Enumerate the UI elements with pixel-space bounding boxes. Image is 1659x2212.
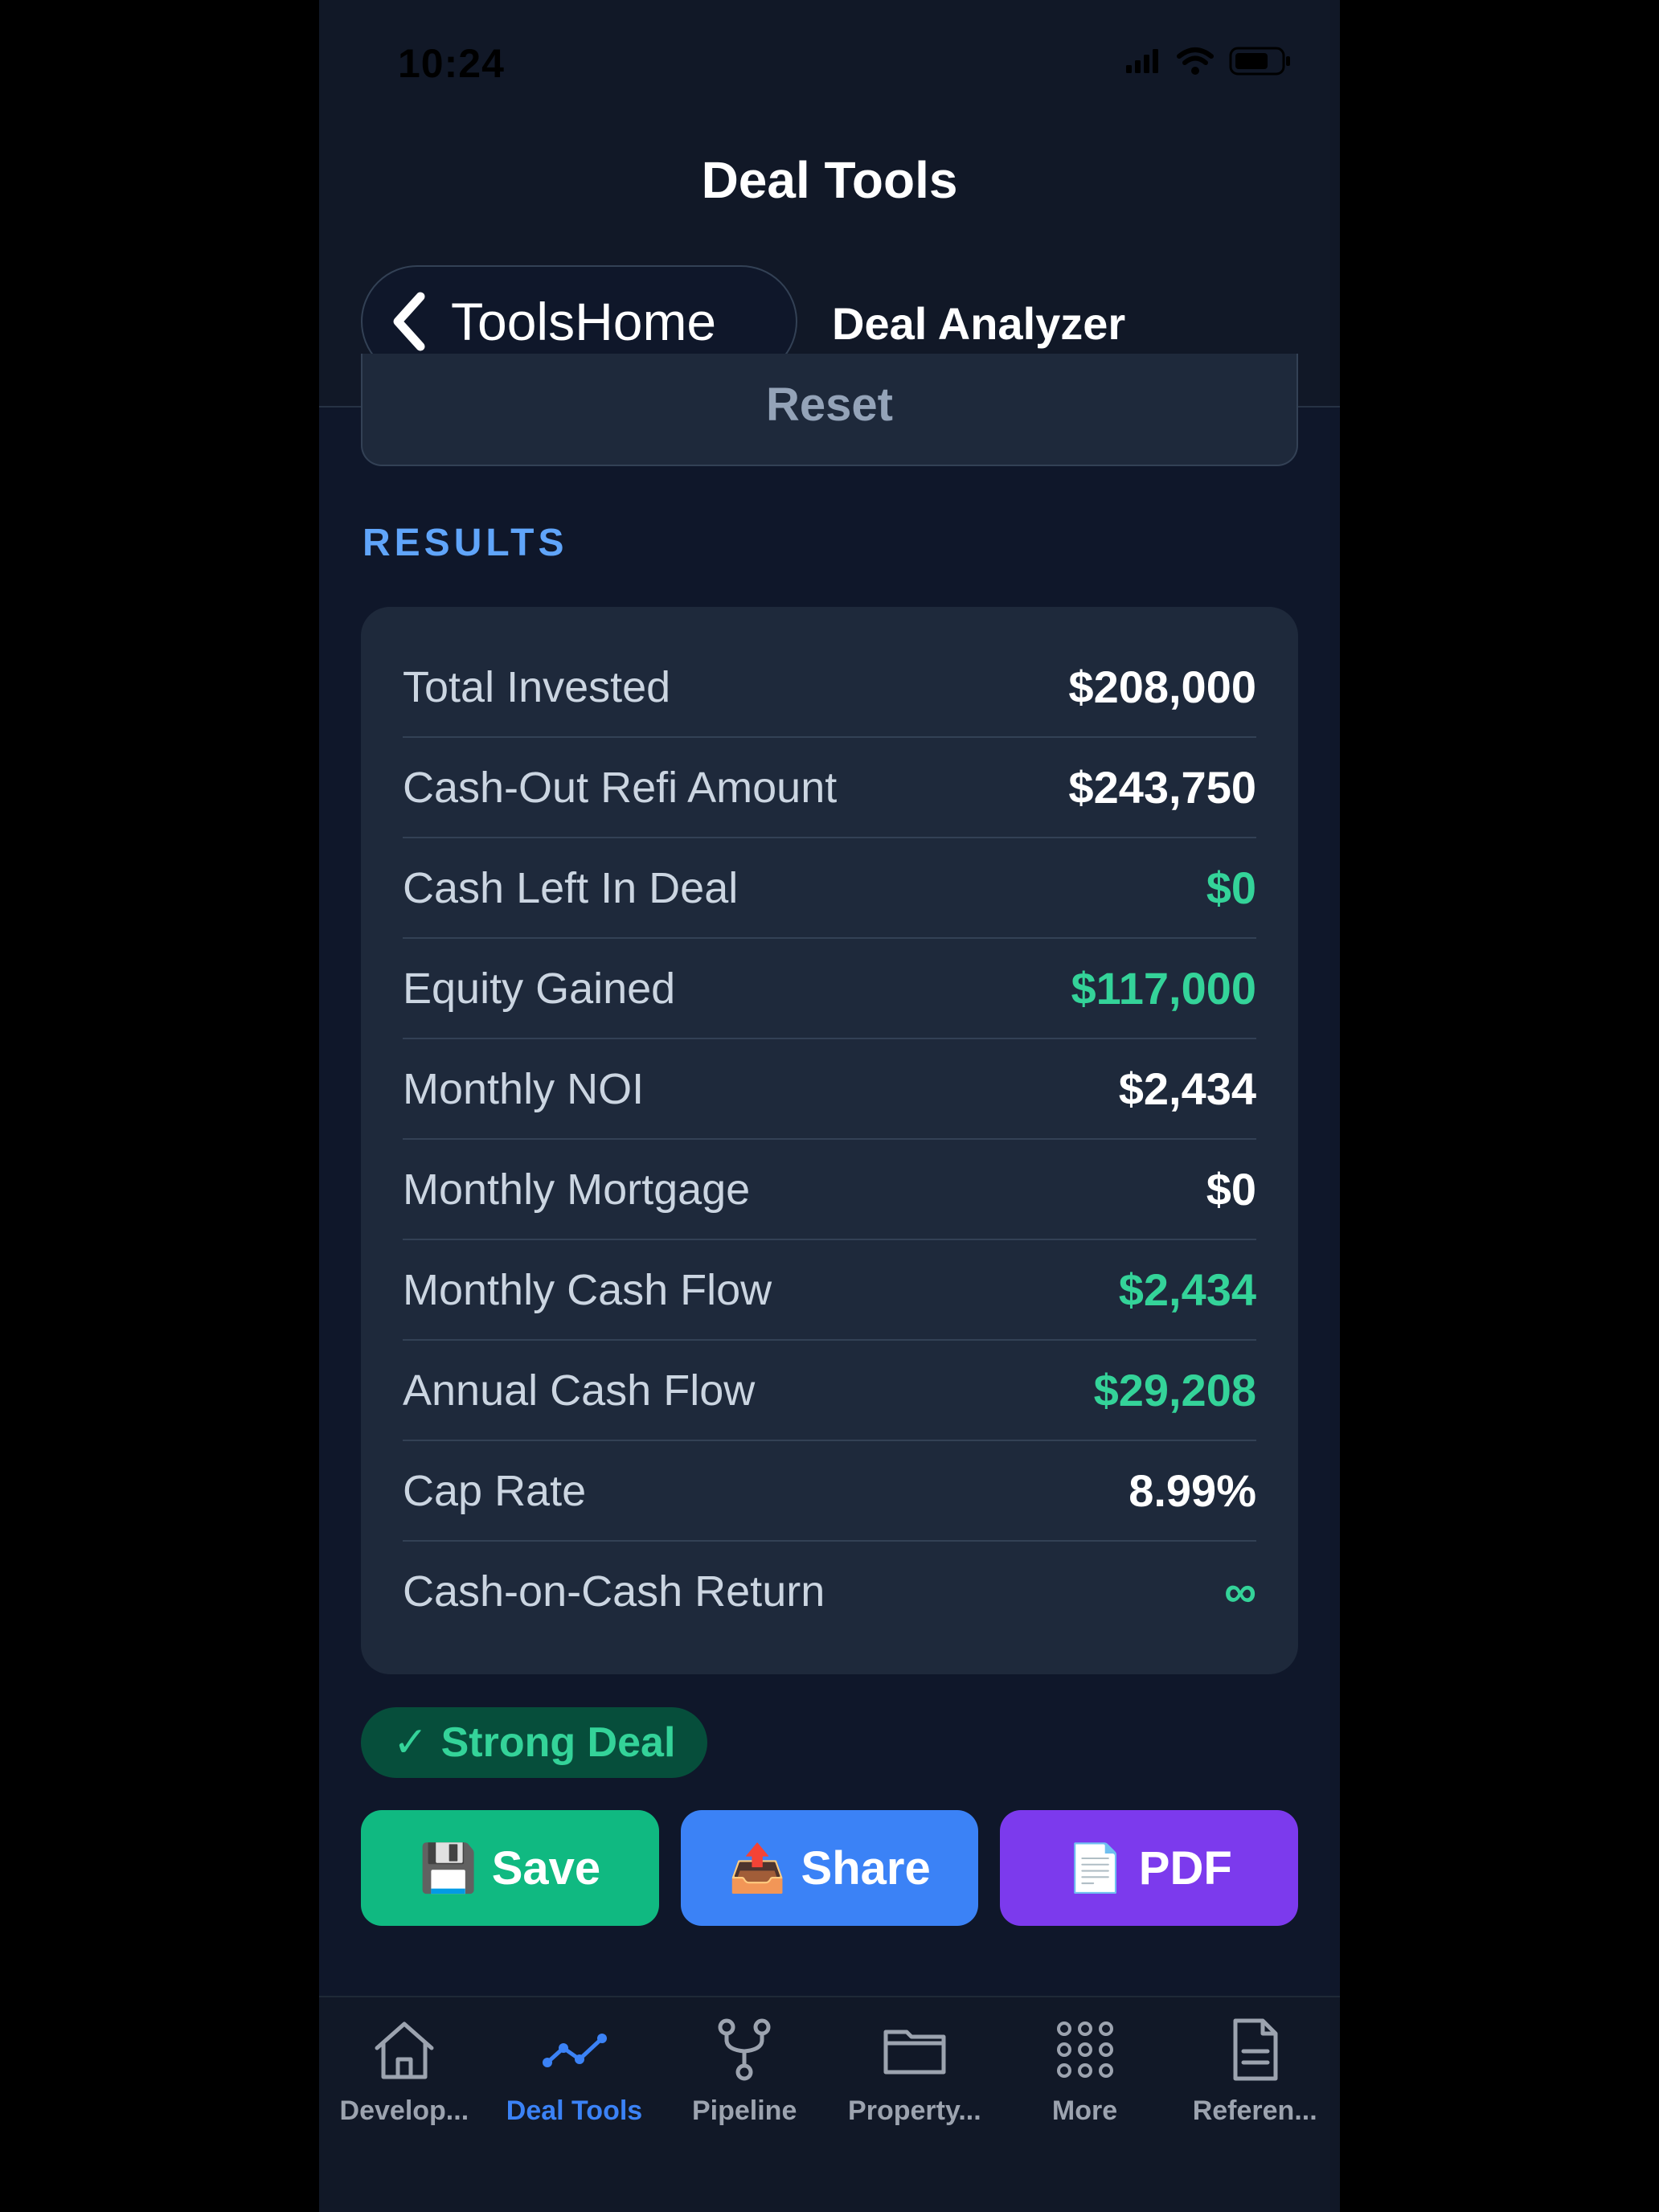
result-label: Cash Left In Deal [403, 863, 739, 912]
floppy-disk-icon: 💾 [419, 1840, 477, 1895]
result-row-cash-out-refi: Cash-Out Refi Amount $243,750 [403, 738, 1256, 838]
deal-status-label: Strong Deal [440, 1719, 676, 1766]
results-card: Total Invested $208,000 Cash-Out Refi Am… [361, 607, 1298, 1674]
tab-bar: Develop... Deal Tools Pipeline Property.… [319, 1996, 1340, 2212]
document-icon [1219, 2013, 1291, 2086]
save-button[interactable]: 💾 Save [361, 1810, 659, 1926]
outbox-tray-icon: 📤 [728, 1840, 787, 1895]
result-row-total-invested: Total Invested $208,000 [403, 637, 1256, 738]
back-button-label: ToolsHome [451, 292, 717, 351]
git-fork-icon [708, 2013, 780, 2086]
results-section-label: RESULTS [363, 522, 568, 564]
result-label: Monthly Mortgage [403, 1165, 751, 1214]
tab-properties[interactable]: Property... [830, 1997, 1000, 2212]
status-time: 10:24 [398, 41, 505, 86]
action-buttons: 💾 Save 📤 Share 📄 PDF [361, 1810, 1299, 1926]
tab-label: Property... [848, 2095, 981, 2126]
tab-label: Referen... [1192, 2095, 1317, 2126]
grid-dots-icon [1049, 2013, 1121, 2086]
cellular-signal-icon [1126, 49, 1158, 73]
folder-icon [879, 2013, 951, 2086]
result-row-cap-rate: Cap Rate 8.99% [403, 1441, 1256, 1542]
header: Deal Tools [319, 129, 1340, 241]
result-label: Annual Cash Flow [403, 1366, 756, 1415]
wifi-icon [1177, 47, 1214, 75]
result-value: $208,000 [1068, 662, 1256, 712]
tab-label: Deal Tools [506, 2095, 643, 2126]
tab-reference[interactable]: Referen... [1169, 1997, 1340, 2212]
result-value: $2,434 [1118, 1063, 1256, 1114]
result-label: Equity Gained [403, 964, 676, 1013]
phone-screen: 10:24 Deal Tools ToolsHome Deal Analyzer… [319, 0, 1340, 2212]
result-label: Monthly Cash Flow [403, 1265, 772, 1314]
result-label: Total Invested [403, 662, 671, 711]
share-button[interactable]: 📤 Share [680, 1810, 979, 1926]
status-bar: 10:24 [319, 0, 1340, 129]
result-row-monthly-noi: Monthly NOI $2,434 [403, 1039, 1256, 1140]
tab-more[interactable]: More [1000, 1997, 1170, 2212]
result-value: $2,434 [1118, 1264, 1256, 1315]
house-icon [368, 2013, 440, 2086]
tab-developments[interactable]: Develop... [319, 1997, 490, 2212]
result-label: Monthly NOI [403, 1064, 645, 1113]
result-label: Cap Rate [403, 1466, 587, 1515]
result-row-cash-on-cash: Cash-on-Cash Return ∞ [403, 1542, 1256, 1641]
page-facing-up-icon: 📄 [1066, 1840, 1124, 1895]
tab-deal-tools[interactable]: Deal Tools [490, 1997, 660, 2212]
screen-title: Deal Analyzer [832, 298, 1126, 349]
result-label: Cash-Out Refi Amount [403, 763, 838, 812]
reset-button[interactable]: Reset [361, 354, 1298, 466]
result-value: $243,750 [1068, 762, 1256, 813]
result-row-annual-cash-flow: Annual Cash Flow $29,208 [403, 1341, 1256, 1441]
result-value: ∞ [1224, 1566, 1256, 1616]
checkmark-icon: ✓ [393, 1719, 428, 1766]
chart-line-icon [539, 2013, 611, 2086]
pdf-button[interactable]: 📄 PDF [1000, 1810, 1299, 1926]
result-value: $29,208 [1093, 1365, 1256, 1415]
result-value: 8.99% [1129, 1465, 1256, 1516]
deal-status-badge: ✓ Strong Deal [361, 1707, 708, 1778]
tab-pipeline[interactable]: Pipeline [659, 1997, 830, 2212]
tab-label: Develop... [339, 2095, 469, 2126]
reset-button-label: Reset [766, 379, 893, 431]
share-button-label: Share [801, 1841, 931, 1895]
result-row-monthly-mortgage: Monthly Mortgage $0 [403, 1140, 1256, 1240]
tab-label: Pipeline [691, 2095, 797, 2126]
chevron-left-icon [393, 292, 425, 351]
tab-label: More [1051, 2095, 1118, 2126]
result-row-monthly-cash-flow: Monthly Cash Flow $2,434 [403, 1240, 1256, 1341]
page-title: Deal Tools [701, 151, 958, 209]
pdf-button-label: PDF [1138, 1841, 1232, 1895]
save-button-label: Save [491, 1841, 601, 1895]
battery-icon [1229, 47, 1290, 76]
result-value: $117,000 [1071, 963, 1256, 1014]
result-row-cash-left: Cash Left In Deal $0 [403, 838, 1256, 939]
status-icons [1126, 47, 1292, 76]
result-value: $0 [1206, 1164, 1256, 1215]
result-label: Cash-on-Cash Return [403, 1567, 825, 1616]
result-value: $0 [1206, 862, 1256, 913]
result-row-equity-gained: Equity Gained $117,000 [403, 939, 1256, 1039]
